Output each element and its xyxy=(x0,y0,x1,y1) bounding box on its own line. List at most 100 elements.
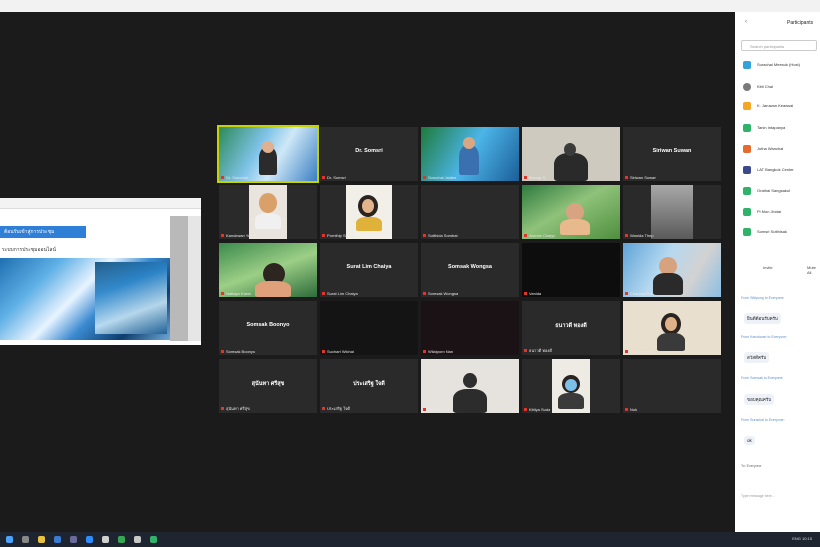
video-tile[interactable]: Siriwan Suwan Siriwan Suwan xyxy=(623,127,721,181)
tile-name-label: Wanida Thep xyxy=(625,233,654,238)
tile-name-label: Sutthida Sombat xyxy=(423,233,458,238)
video-tile[interactable]: Nok xyxy=(623,359,721,413)
video-tile[interactable]: สุนันทา ศรีสุข สุนันทา ศรีสุข xyxy=(219,359,317,413)
video-grid: Dr. Somchai Dr. Somsri Dr. Somsri Somcha… xyxy=(217,125,721,417)
app-icon[interactable] xyxy=(70,536,77,543)
video-tile[interactable]: Somsak Wongsa Somsak Wongsa xyxy=(421,243,519,297)
avatar xyxy=(743,144,751,153)
video-tile[interactable]: ประเสริฐ ใจดี ประเสริฐ ใจดี xyxy=(320,359,418,413)
participant-figure xyxy=(255,213,281,229)
tile-name-label: Pornthip Srisuk xyxy=(322,233,354,238)
video-tile[interactable]: Dr. Somsri Dr. Somsri xyxy=(320,127,418,181)
participant-row[interactable]: Jutha Wanchai xyxy=(743,144,820,154)
participants-chat-panel: ‹ Participants Search participants Surac… xyxy=(735,12,820,532)
shared-browser-toolbar xyxy=(0,198,201,209)
tile-name-label: Siriwan Suwan xyxy=(625,175,656,180)
tile-name-label: สุนันทา ศรีสุข xyxy=(221,405,250,412)
mute-all-button[interactable]: Mute All xyxy=(807,265,820,275)
browser-icon[interactable] xyxy=(54,536,61,543)
tile-name-label: Surat Lim Chaiya xyxy=(322,291,358,296)
zoom-icon[interactable] xyxy=(86,536,93,543)
app-icon[interactable] xyxy=(150,536,157,543)
participant-row[interactable]: Kitti Chai xyxy=(743,82,820,92)
shared-scrollbar xyxy=(170,216,188,341)
participant-name: K. Jaruwan Keawsai xyxy=(757,103,794,108)
participant-row[interactable]: K. Jaruwan Keawsai xyxy=(743,101,820,111)
shared-subtitle: ระบบการประชุมออนไลน์ xyxy=(2,247,56,253)
video-tile[interactable]: Arunee Chaiyo xyxy=(522,185,620,239)
video-tile[interactable]: Vanida xyxy=(522,243,620,297)
video-tile[interactable]: Somsak Boonyo Somsak Boonyo xyxy=(219,301,317,355)
video-tile[interactable]: Wilaiporn Nan xyxy=(421,301,519,355)
participant-row[interactable]: Pi Mon Jindar xyxy=(743,207,820,217)
shared-scrollbar-track xyxy=(188,216,201,341)
video-tile[interactable]: ธนาวดี ทองดี ธนาวดี ทองดี xyxy=(522,301,620,355)
folder-icon[interactable] xyxy=(38,536,45,543)
collapse-panel-icon[interactable]: ‹ xyxy=(745,19,747,25)
tile-display-name: Somsak Boonyo xyxy=(246,322,290,328)
tile-display-name: Surat Lim Chaiya xyxy=(346,264,392,270)
participant-figure xyxy=(653,273,683,295)
tile-name-label: Somchai Jaidee xyxy=(423,175,456,180)
participant-face xyxy=(463,373,477,388)
participant-name: LAT Bangkok Center xyxy=(757,167,794,172)
video-tile[interactable]: Sutthida Sombat xyxy=(421,185,519,239)
video-tile[interactable]: Surat Lim Chaiya Surat Lim Chaiya xyxy=(320,243,418,297)
tile-name-label: Suchart Wichai xyxy=(322,349,354,354)
system-tray: ENG 10:15 xyxy=(792,536,812,541)
chat-sender: From Kanokwan to Everyone: xyxy=(741,335,788,339)
tile-name-label: Wilaiporn Nan xyxy=(423,349,453,354)
chat-message-input[interactable]: Type message here... xyxy=(741,494,820,498)
participant-row[interactable]: Surachai Meesuk (Host) xyxy=(743,60,820,70)
video-tile[interactable]: Pimchanok R. xyxy=(623,301,721,355)
participant-row[interactable]: Orathai Sangsakul xyxy=(743,186,820,196)
app-icon[interactable] xyxy=(134,536,141,543)
participant-name: Kitti Chai xyxy=(757,84,774,89)
video-tile[interactable]: Somchai Jaidee xyxy=(421,127,519,181)
start-icon[interactable] xyxy=(6,536,13,543)
video-tile[interactable]: Manop S. xyxy=(522,127,620,181)
video-tile[interactable]: Nattaya Kaew xyxy=(219,243,317,297)
app-icon[interactable] xyxy=(102,536,109,543)
video-tile[interactable]: Dr. Somchai xyxy=(217,125,319,183)
participant-name: Tanin Intapanya xyxy=(757,125,786,130)
avatar xyxy=(743,186,751,195)
video-tile[interactable]: Wanida Thep xyxy=(623,185,721,239)
video-tile[interactable]: Kittiya Suda xyxy=(522,359,620,413)
video-tile[interactable]: Chanida Pol xyxy=(623,243,721,297)
window-title-strip xyxy=(0,0,820,12)
participant-figure xyxy=(560,219,590,235)
chat-message: ขอบคุณครับ xyxy=(744,394,775,405)
search-icon[interactable] xyxy=(22,536,29,543)
participant-row[interactable]: Somsri Sutthisak xyxy=(743,227,820,237)
avatar xyxy=(743,82,751,91)
participant-face xyxy=(259,193,277,213)
avatar xyxy=(743,123,751,132)
tile-name-label: Vanida xyxy=(524,291,541,296)
participant-mask xyxy=(565,379,577,391)
participant-figure xyxy=(657,333,685,351)
participant-name: Somsri Sutthisak xyxy=(757,229,788,234)
tile-name-label: Manop S. xyxy=(524,175,546,180)
avatar xyxy=(743,207,751,216)
tile-name-label: Dr. Somsri xyxy=(322,175,346,180)
video-tile[interactable]: Kanokwan Yod xyxy=(219,185,317,239)
tile-name-label: Kanokwan Yod xyxy=(221,233,252,238)
chat-message: ยินดีต้อนรับครับ xyxy=(744,313,781,324)
participant-face xyxy=(564,143,576,156)
app-icon[interactable] xyxy=(118,536,125,543)
participant-figure xyxy=(453,389,487,413)
video-tile[interactable]: Pornthip Srisuk xyxy=(320,185,418,239)
video-tile[interactable]: Suchart Wichai xyxy=(320,301,418,355)
tile-name-label: Somsak Boonyo xyxy=(221,349,255,354)
participant-name: Jutha Wanchai xyxy=(757,146,784,151)
participant-row[interactable]: LAT Bangkok Center xyxy=(743,165,820,175)
avatar xyxy=(743,60,751,69)
invite-button[interactable]: Invite xyxy=(763,265,773,270)
participant-row[interactable]: Tanin Intapanya xyxy=(743,123,820,133)
video-tile[interactable]: Thanakorn P. xyxy=(421,359,519,413)
tile-name-label: ประเสริฐ ใจดี xyxy=(322,405,350,412)
chat-recipient-select[interactable]: To: Everyone xyxy=(741,464,820,468)
shared-screen[interactable]: ต้อนรับเข้าสู่การประชุม ระบบการประชุมออน… xyxy=(0,198,201,345)
participant-search-input[interactable]: Search participants xyxy=(741,40,817,51)
